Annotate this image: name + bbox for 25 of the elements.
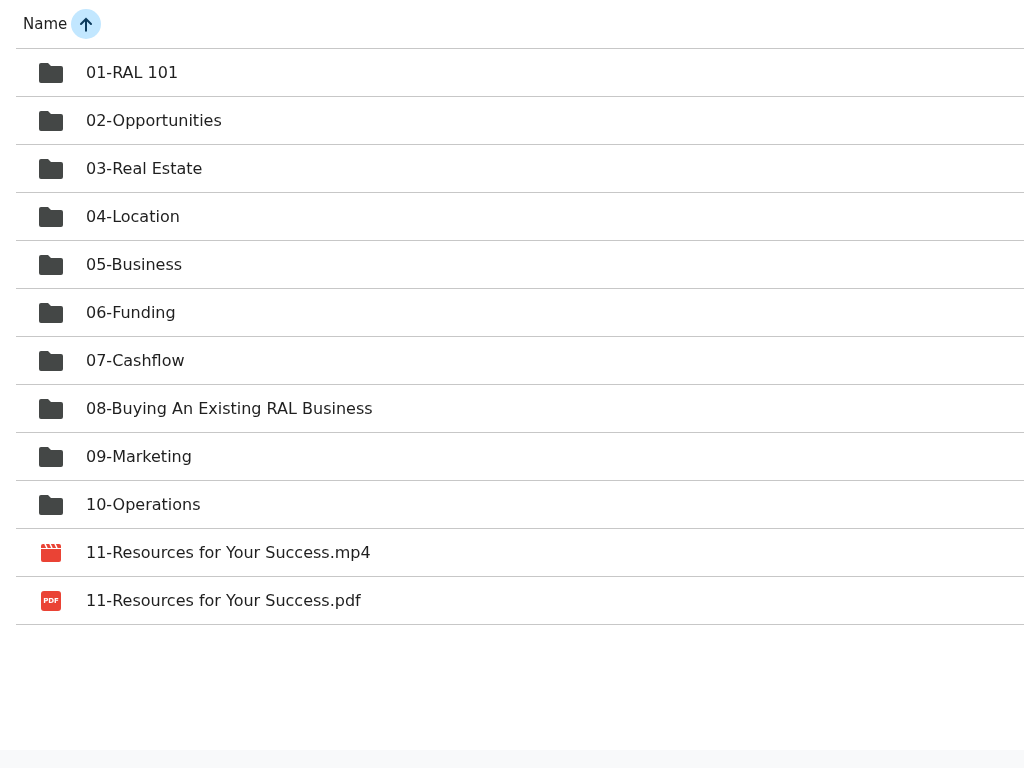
file-name[interactable]: 11-Resources for Your Success.mp4: [86, 543, 371, 562]
sort-button[interactable]: [71, 9, 102, 39]
film-clapper-icon: [41, 543, 61, 562]
folder-icon: [39, 206, 63, 227]
column-header[interactable]: Name: [23, 15, 68, 33]
folder-icon: [39, 350, 63, 371]
folder-icon: [39, 62, 63, 83]
folder-icon: [39, 398, 63, 419]
file-name[interactable]: 10-Operations: [86, 495, 201, 514]
folder-icon: [39, 254, 63, 275]
file-name[interactable]: 04-Location: [86, 207, 180, 226]
folder-icon: [39, 494, 63, 515]
folder-icon: [39, 110, 63, 131]
file-name[interactable]: 05-Business: [86, 255, 183, 274]
file-name[interactable]: 06-Funding: [86, 303, 176, 322]
file-name[interactable]: 09-Marketing: [86, 447, 192, 466]
folder-icon: [39, 302, 63, 323]
folder-icon: [39, 446, 63, 467]
file-name[interactable]: 08-Buying An Existing RAL Business: [86, 399, 373, 418]
file-name[interactable]: 01-RAL 101: [86, 63, 179, 82]
file-name[interactable]: 02-Opportunities: [86, 111, 222, 130]
file-name[interactable]: 07-Cashflow: [86, 351, 185, 370]
file-name[interactable]: 11-Resources for Your Success.pdf: [86, 591, 361, 610]
folder-icon: [39, 158, 63, 179]
file-name[interactable]: 03-Real Estate: [86, 159, 203, 178]
